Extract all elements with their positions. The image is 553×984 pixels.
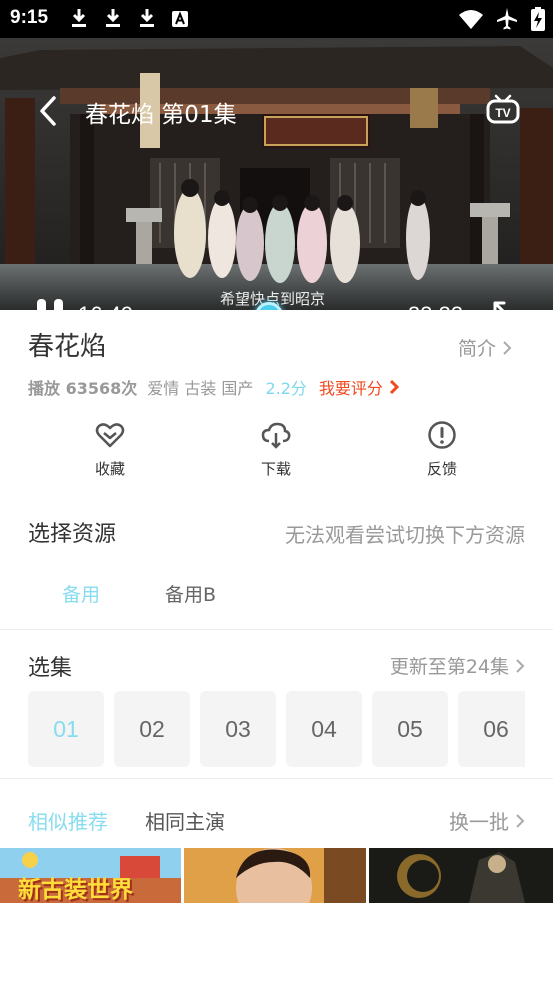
episodes-update-label: 更新至第24集 bbox=[389, 656, 509, 678]
play-count: 播放 63568次 bbox=[28, 379, 138, 398]
refresh-button[interactable]: 换一批 bbox=[449, 806, 525, 835]
refresh-label: 换一批 bbox=[449, 810, 509, 834]
download-notification-icon bbox=[140, 9, 154, 27]
status-bar: 9:15 bbox=[0, 0, 553, 38]
video-player[interactable]: 春花焰 第01集 TV 希望快点到昭京 16:49 33:33 bbox=[0, 38, 553, 310]
rate-button[interactable]: 我要评分 bbox=[319, 375, 399, 399]
feedback-label: 反馈 bbox=[426, 460, 457, 478]
favorite-button[interactable]: 收藏 bbox=[70, 420, 150, 479]
tv-cast-icon[interactable]: TV bbox=[486, 93, 520, 125]
back-arrow-icon[interactable] bbox=[36, 94, 62, 128]
source-tab-backup-b[interactable]: 备用B bbox=[165, 580, 216, 607]
plaque-sign bbox=[262, 114, 370, 148]
battery-icon bbox=[531, 7, 545, 31]
exclamation-icon bbox=[428, 421, 456, 449]
episode-item[interactable]: 06 bbox=[458, 691, 525, 767]
pause-icon[interactable] bbox=[36, 298, 66, 310]
favorite-label: 收藏 bbox=[94, 460, 125, 478]
chevron-right-icon bbox=[516, 658, 525, 673]
episode-item[interactable]: 05 bbox=[372, 691, 448, 767]
recommend-title: 新古装世界 bbox=[18, 877, 133, 903]
tab-similar[interactable]: 相似推荐 bbox=[28, 806, 108, 835]
action-bar: 收藏 下载 反馈 bbox=[0, 420, 553, 484]
feedback-button[interactable]: 反馈 bbox=[402, 420, 482, 479]
recommend-poster bbox=[369, 848, 553, 903]
genres: 爱情 古装 国产 bbox=[147, 379, 254, 398]
svg-text:TV: TV bbox=[495, 106, 510, 120]
episodes-more-link[interactable]: 更新至第24集 bbox=[390, 652, 525, 679]
recommend-thumbnails: 新古装世界 bbox=[0, 848, 553, 903]
show-meta: 播放 63568次 爱情 古装 国产 2.2分 我要评分 bbox=[28, 375, 399, 399]
download-label: 下载 bbox=[260, 460, 291, 478]
recommend-item[interactable] bbox=[369, 848, 553, 903]
episode-item[interactable]: 02 bbox=[114, 691, 190, 767]
source-tab-backup[interactable]: 备用 bbox=[62, 580, 100, 607]
recommend-item[interactable]: 新古装世界 bbox=[0, 848, 181, 903]
fullscreen-icon[interactable] bbox=[492, 300, 524, 310]
chevron-right-icon bbox=[503, 340, 512, 355]
rate-label: 我要评分 bbox=[318, 379, 383, 398]
status-time: 9:15 bbox=[10, 7, 49, 28]
cloud-download-icon bbox=[261, 422, 291, 449]
score: 2.2分 bbox=[265, 379, 307, 398]
source-section-title: 选择资源 bbox=[28, 522, 117, 547]
episode-item[interactable]: 01 bbox=[28, 691, 104, 767]
video-frame bbox=[0, 38, 553, 310]
heart-icon bbox=[95, 423, 125, 448]
player-title: 春花焰 第01集 bbox=[85, 102, 237, 128]
recommend-item[interactable] bbox=[184, 848, 366, 903]
intro-label: 简介 bbox=[458, 338, 497, 360]
chevron-right-icon bbox=[389, 379, 399, 395]
episode-item[interactable]: 04 bbox=[286, 691, 362, 767]
wifi-icon bbox=[459, 10, 483, 29]
airplane-icon bbox=[497, 8, 517, 30]
recommend-poster bbox=[184, 848, 366, 903]
show-title: 春花焰 bbox=[28, 332, 107, 362]
chevron-right-icon bbox=[516, 813, 525, 828]
download-notification-icon bbox=[106, 9, 120, 27]
episodes-title: 选集 bbox=[28, 656, 73, 681]
source-hint: 无法观看尝试切换下方资源 bbox=[285, 523, 525, 547]
episode-item[interactable]: 03 bbox=[200, 691, 276, 767]
current-time: 16:49 bbox=[78, 302, 133, 310]
divider bbox=[0, 778, 553, 779]
download-notification-icon bbox=[72, 9, 86, 27]
font-icon bbox=[172, 11, 188, 27]
divider bbox=[0, 629, 553, 630]
episode-list[interactable]: 01 02 03 04 05 06 bbox=[28, 691, 525, 767]
tab-same-cast[interactable]: 相同主演 bbox=[145, 806, 225, 835]
total-time: 33:33 bbox=[408, 302, 463, 310]
intro-link[interactable]: 简介 bbox=[458, 334, 512, 361]
download-button[interactable]: 下载 bbox=[236, 420, 316, 479]
